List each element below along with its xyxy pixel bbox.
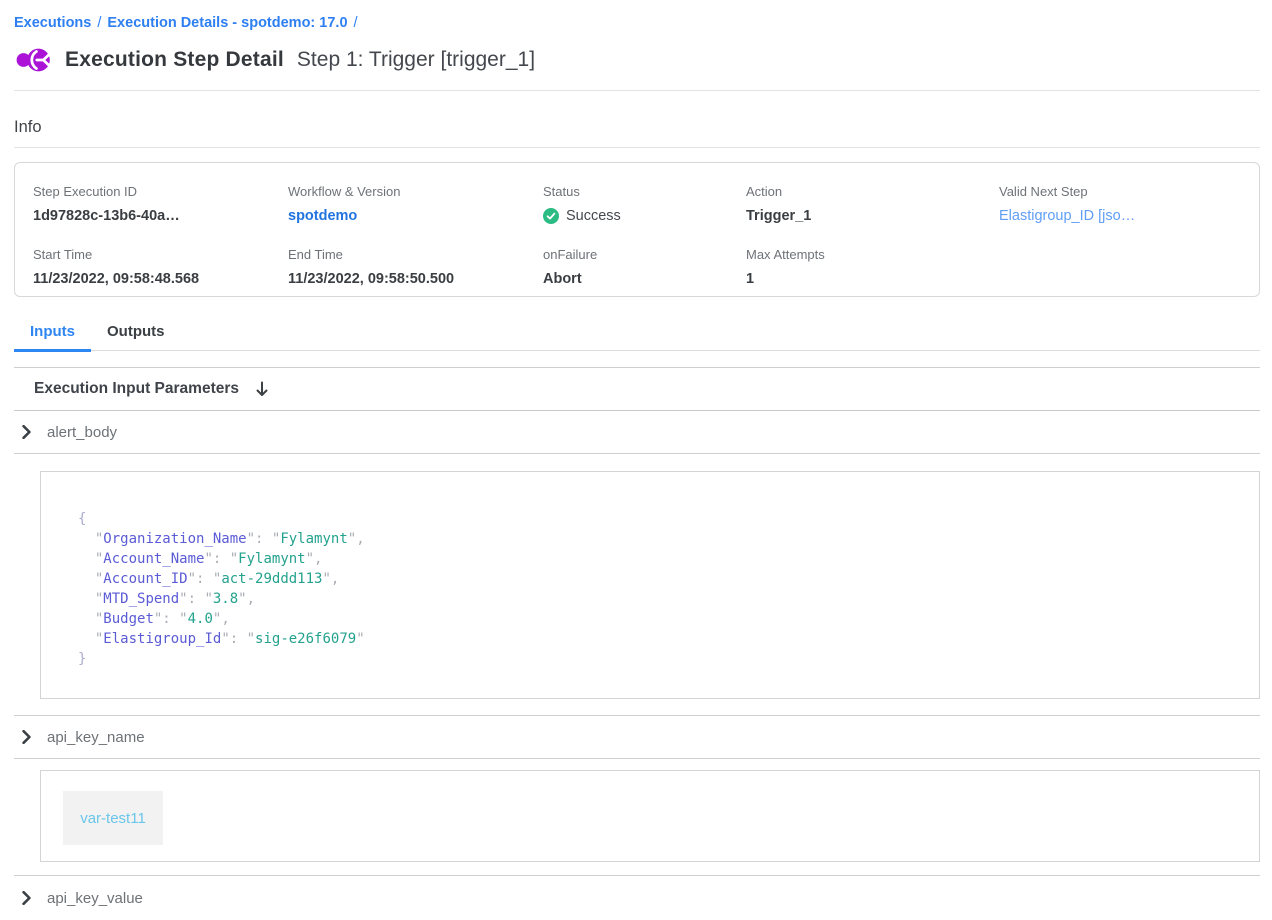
field-workflow-version: Workflow & Version spotdemo	[288, 184, 543, 224]
field-value: Abort	[543, 271, 746, 287]
field-label: onFailure	[543, 247, 746, 262]
breadcrumb-separator: /	[97, 15, 101, 31]
field-status: Status Success	[543, 184, 746, 224]
api-key-name-value: var-test11	[63, 791, 163, 845]
field-valid-next-step: Valid Next Step Elastigroup_ID [jso…	[999, 184, 1259, 224]
field-label: Valid Next Step	[999, 184, 1259, 199]
param-row-api-key-name[interactable]: api_key_name	[14, 716, 1260, 759]
breadcrumb-execution-details[interactable]: Execution Details - spotdemo: 17.0	[107, 15, 347, 31]
param-label-alert-body: alert_body	[47, 424, 117, 441]
api-key-name-value-viewer: var-test11	[40, 770, 1260, 862]
field-label: Start Time	[33, 247, 288, 262]
field-value: Trigger_1	[746, 208, 999, 224]
info-section-heading: Info	[14, 118, 1260, 148]
workflow-link[interactable]: spotdemo	[288, 208, 543, 224]
page-header: Execution Step Detail Step 1: Trigger [t…	[14, 43, 1260, 91]
param-row-api-key-value[interactable]: api_key_value	[14, 876, 1260, 920]
field-end-time: End Time 11/23/2022, 09:58:50.500	[288, 247, 543, 287]
param-label-api-key-value: api_key_value	[47, 890, 143, 907]
field-max-attempts: Max Attempts 1	[746, 247, 999, 287]
execution-input-parameters-label: Execution Input Parameters	[34, 380, 239, 398]
tab-outputs[interactable]: Outputs	[91, 323, 181, 352]
field-start-time: Start Time 11/23/2022, 09:58:48.568	[33, 247, 288, 287]
tab-inputs[interactable]: Inputs	[14, 323, 91, 352]
page-subtitle: Step 1: Trigger [trigger_1]	[297, 48, 535, 72]
breadcrumb: Executions / Execution Details - spotdem…	[0, 0, 1272, 31]
field-on-failure: onFailure Abort	[543, 247, 746, 287]
field-value: 11/23/2022, 09:58:48.568	[33, 271, 288, 287]
chevron-right-icon[interactable]	[21, 891, 47, 905]
fylamynt-logo-icon	[14, 43, 54, 77]
field-label: Step Execution ID	[33, 184, 288, 199]
json-code: { "Organization_Name": "Fylamynt", "Acco…	[78, 509, 1259, 669]
field-step-execution-id: Step Execution ID 1d97828c-13b6-40a…	[33, 184, 288, 224]
success-check-icon	[543, 208, 559, 224]
valid-next-step-link[interactable]: Elastigroup_ID [jso…	[999, 208, 1259, 224]
field-label: Workflow & Version	[288, 184, 543, 199]
field-value: 11/23/2022, 09:58:50.500	[288, 271, 543, 287]
chevron-right-icon[interactable]	[21, 425, 47, 439]
info-card: Step Execution ID 1d97828c-13b6-40a… Wor…	[14, 162, 1260, 297]
chevron-right-icon[interactable]	[21, 730, 47, 744]
collapse-all-arrow-icon[interactable]	[255, 381, 269, 397]
page-title: Execution Step Detail	[65, 48, 284, 72]
breadcrumb-executions[interactable]: Executions	[14, 15, 91, 31]
param-label-api-key-name: api_key_name	[47, 729, 145, 746]
field-value: 1	[746, 271, 999, 287]
field-label: Status	[543, 184, 746, 199]
status-badge: Success	[566, 208, 621, 224]
field-value: 1d97828c-13b6-40a…	[33, 208, 288, 224]
field-label: Max Attempts	[746, 247, 999, 262]
execution-input-parameters-header: Execution Input Parameters	[14, 368, 1260, 411]
alert-body-json-viewer: { "Organization_Name": "Fylamynt", "Acco…	[40, 471, 1260, 699]
breadcrumb-trailing-separator: /	[354, 15, 358, 31]
param-row-alert-body[interactable]: alert_body	[14, 411, 1260, 454]
field-label: End Time	[288, 247, 543, 262]
execution-step-detail-page: Executions / Execution Details - spotdem…	[0, 0, 1272, 919]
field-label: Action	[746, 184, 999, 199]
inputs-outputs-tabs: Inputs Outputs	[14, 323, 1260, 351]
field-action: Action Trigger_1	[746, 184, 999, 224]
